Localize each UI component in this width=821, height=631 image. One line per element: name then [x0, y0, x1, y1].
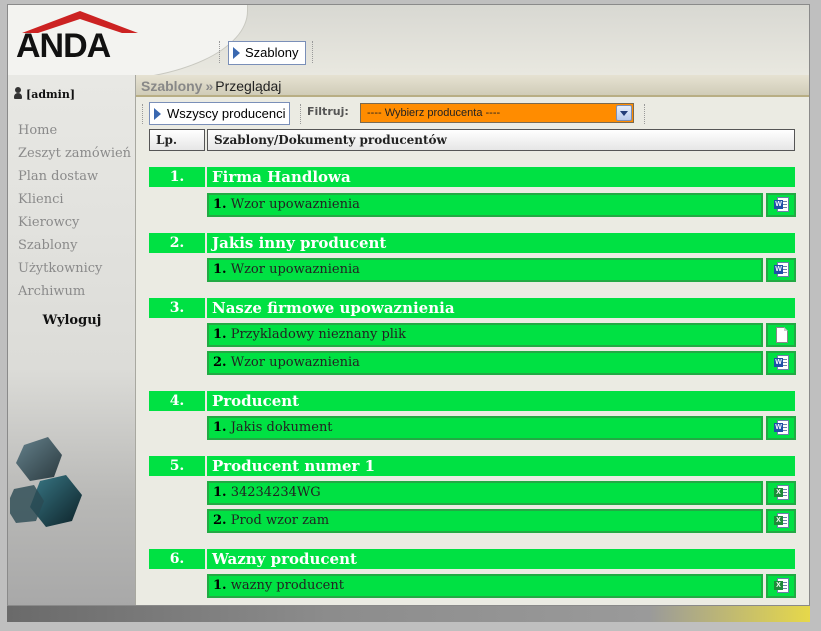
sidebar-item-home[interactable]: Home [18, 119, 131, 142]
producer-name: Producent numer 1 [207, 456, 795, 476]
sidebar-item-clients[interactable]: Klienci [18, 188, 131, 211]
download-button[interactable]: W [766, 351, 796, 375]
toolbar-separator [300, 104, 301, 124]
producer-number: 1. [149, 167, 205, 187]
toolbar-separator [219, 41, 221, 63]
status-bar [7, 606, 810, 622]
breadcrumb: Szablony» Przeglądaj [136, 75, 809, 97]
download-button[interactable]: W [766, 193, 796, 217]
sidebar-item-delivery-plan[interactable]: Plan dostaw [18, 165, 131, 188]
document-name[interactable]: 1. 34234234WG [207, 481, 763, 505]
word-doc-icon: W [774, 262, 790, 278]
sidebar-item-drivers[interactable]: Kierowcy [18, 211, 131, 234]
content-toolbar: Wszyscy producenci Filtruj: ---- Wybierz… [136, 99, 809, 127]
word-doc-icon: W [774, 355, 790, 371]
toolbar-separator [142, 104, 143, 124]
filter-selected-value: ---- Wybierz producenta ---- [367, 107, 501, 119]
play-arrow-icon [233, 47, 240, 59]
document-name[interactable]: 1. Przykladowy nieznany plik [207, 323, 763, 347]
column-header-documents: Szablony/Dokumenty producentów [207, 129, 795, 151]
download-button[interactable]: X [766, 481, 796, 505]
download-button[interactable] [766, 323, 796, 347]
templates-button-label: Szablony [245, 45, 299, 60]
play-arrow-icon [154, 108, 161, 120]
document-name[interactable]: 1. Wzor upowaznienia [207, 193, 763, 217]
toolbar-separator [312, 41, 314, 63]
breadcrumb-section[interactable]: Szablony [141, 78, 202, 94]
excel-doc-icon: X [774, 485, 790, 501]
word-doc-icon: W [774, 420, 790, 436]
current-user: [admin] [14, 87, 75, 101]
app-window: ANDA Szablony [admin] Home Zeszyt zamówi… [7, 4, 810, 606]
sidebar-item-archive[interactable]: Archiwum [18, 280, 131, 303]
producer-name: Firma Handlowa [207, 167, 795, 187]
sidebar-nav: Home Zeszyt zamówień Plan dostaw Klienci… [18, 119, 131, 303]
document-name[interactable]: 1. Wzor upowaznienia [207, 258, 763, 282]
excel-doc-icon: X [774, 513, 790, 529]
logo: ANDA [16, 27, 111, 65]
hexagon-decoration [10, 437, 134, 547]
logo-panel: ANDA [8, 5, 248, 81]
word-doc-icon: W [774, 197, 790, 213]
blank-file-icon [776, 327, 788, 343]
main-content: Szablony» Przeglądaj Wszyscy producenci F… [136, 75, 809, 605]
document-name[interactable]: 2. Prod wzor zam [207, 509, 763, 533]
producer-number: 5. [149, 456, 205, 476]
producer-filter-select[interactable]: ---- Wybierz producenta ---- [360, 103, 634, 123]
producer-number: 4. [149, 391, 205, 411]
templates-button[interactable]: Szablony [228, 41, 307, 65]
all-producers-label: Wszyscy producenci [167, 106, 286, 121]
producer-number: 2. [149, 233, 205, 253]
toolbar-separator [644, 104, 645, 124]
producer-number: 3. [149, 298, 205, 318]
download-button[interactable]: X [766, 509, 796, 533]
all-producers-button[interactable]: Wszyscy producenci [149, 102, 291, 125]
excel-doc-icon: X [774, 578, 790, 594]
document-name[interactable]: 1. Jakis dokument [207, 416, 763, 440]
producer-name: Producent [207, 391, 795, 411]
user-icon [14, 87, 23, 99]
producer-number: 6. [149, 549, 205, 569]
column-header-number: Lp. [149, 129, 205, 151]
sidebar-item-orders[interactable]: Zeszyt zamówień [18, 142, 131, 165]
logout-link[interactable]: Wyloguj [8, 313, 136, 328]
breadcrumb-current: Przeglądaj [215, 78, 282, 94]
download-button[interactable]: W [766, 258, 796, 282]
download-button[interactable]: X [766, 574, 796, 598]
breadcrumb-separator: » [205, 78, 214, 94]
document-name[interactable]: 1. wazny producent [207, 574, 763, 598]
username: [admin] [26, 88, 76, 101]
top-header: ANDA Szablony [8, 5, 809, 81]
filter-label: Filtruj: [307, 105, 349, 118]
producer-name: Nasze firmowe upowaznienia [207, 298, 795, 318]
chevron-down-icon[interactable] [616, 105, 632, 121]
producer-name: Jakis inny producent [207, 233, 795, 253]
download-button[interactable]: W [766, 416, 796, 440]
document-name[interactable]: 2. Wzor upowaznienia [207, 351, 763, 375]
sidebar-item-users[interactable]: Użytkownicy [18, 257, 131, 280]
sidebar-item-templates[interactable]: Szablony [18, 234, 131, 257]
producer-name: Wazny producent [207, 549, 795, 569]
sidebar: [admin] Home Zeszyt zamówień Plan dostaw… [8, 75, 136, 605]
